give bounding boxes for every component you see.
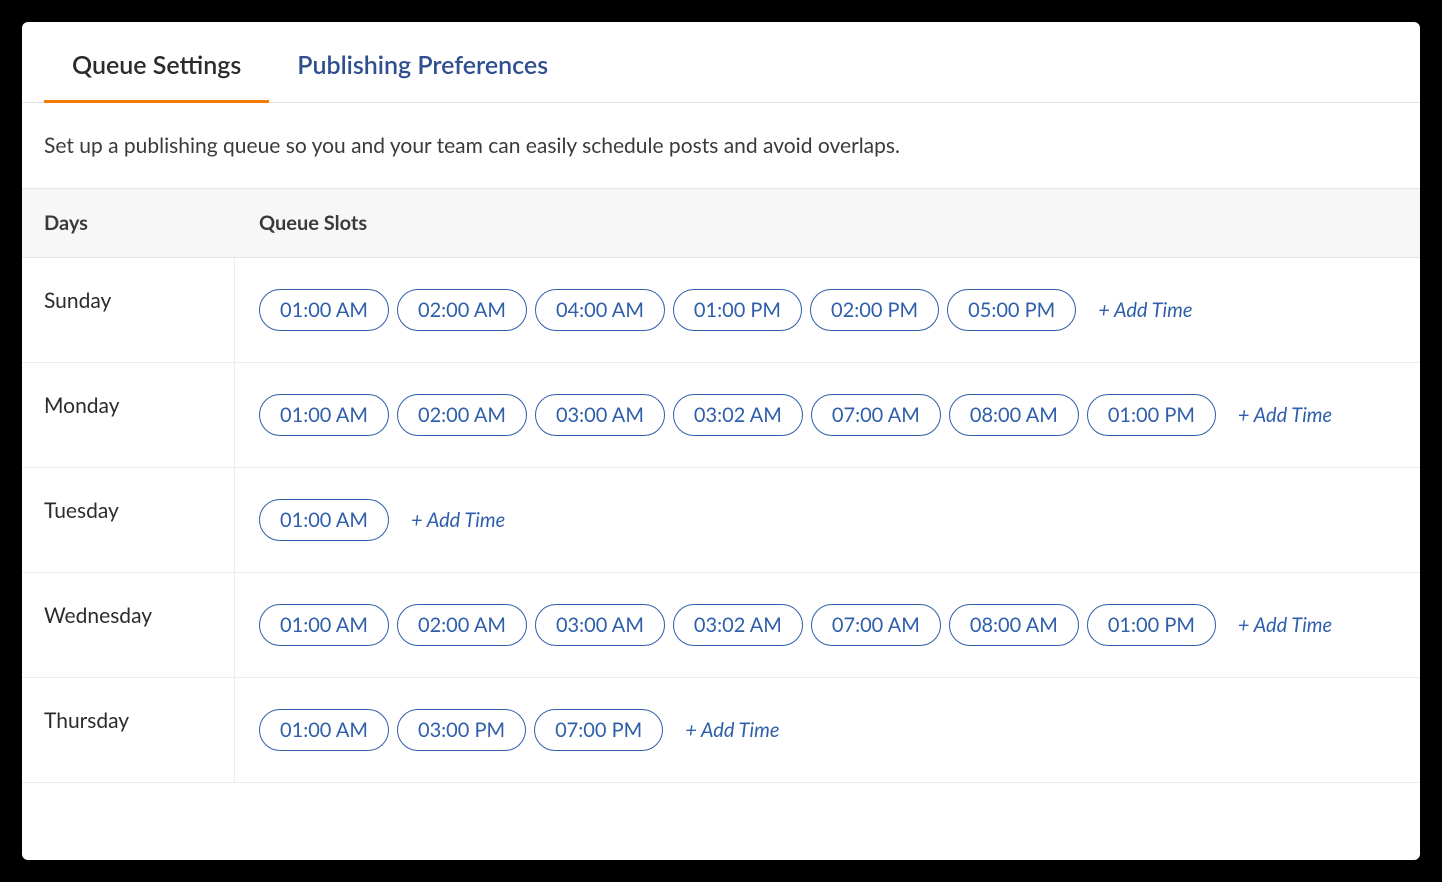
add-time-button[interactable]: + Add Time (397, 508, 505, 532)
time-slot-pill[interactable]: 03:00 PM (397, 709, 526, 751)
page-description: Set up a publishing queue so you and you… (22, 103, 1420, 189)
slot-container: 01:00 AM + Add Time (237, 468, 1420, 572)
time-slot-pill[interactable]: 01:00 AM (259, 289, 389, 331)
time-slot-pill[interactable]: 01:00 AM (259, 709, 389, 751)
time-slot-pill[interactable]: 05:00 PM (947, 289, 1076, 331)
time-slot-pill[interactable]: 03:00 AM (535, 394, 665, 436)
add-time-button[interactable]: + Add Time (1224, 613, 1332, 637)
time-slot-pill[interactable]: 01:00 PM (1087, 394, 1216, 436)
time-slot-pill[interactable]: 01:00 AM (259, 604, 389, 646)
time-slot-pill[interactable]: 02:00 AM (397, 394, 527, 436)
time-slot-pill[interactable]: 01:00 PM (673, 289, 802, 331)
tab-bar: Queue Settings Publishing Preferences (22, 22, 1420, 103)
time-slot-pill[interactable]: 03:00 AM (535, 604, 665, 646)
table-row: Thursday 01:00 AM03:00 PM07:00 PM + Add Ti… (22, 678, 1420, 783)
time-slot-pill[interactable]: 02:00 AM (397, 289, 527, 331)
time-slot-pill[interactable]: 07:00 AM (811, 604, 941, 646)
time-slot-pill[interactable]: 02:00 PM (810, 289, 939, 331)
time-slot-pill[interactable]: 04:00 AM (535, 289, 665, 331)
table-row: Tuesday 01:00 AM + Add Time (22, 468, 1420, 573)
day-label: Wednesday (22, 573, 237, 677)
table-row: Monday01:00 AM02:00 AM03:00 AM03:02 AM07… (22, 363, 1420, 468)
table-header: Days Queue Slots (22, 189, 1420, 258)
time-slot-pill[interactable]: 01:00 PM (1087, 604, 1216, 646)
add-time-button[interactable]: + Add Time (671, 718, 779, 742)
day-rows-container: Sunday01:00 AM02:00 AM04:00 AM01:00 PM02… (22, 258, 1420, 860)
day-label: Sunday (22, 258, 237, 362)
time-slot-pill[interactable]: 01:00 AM (259, 394, 389, 436)
queue-settings-card: Queue Settings Publishing Preferences Se… (22, 22, 1420, 860)
day-label: Tuesday (22, 468, 237, 572)
slot-container: 01:00 AM02:00 AM03:00 AM03:02 AM07:00 AM… (237, 363, 1420, 467)
slot-container: 01:00 AM02:00 AM03:00 AM03:02 AM07:00 AM… (237, 573, 1420, 677)
table-row: Wednesday01:00 AM02:00 AM03:00 AM03:02 A… (22, 573, 1420, 678)
add-time-button[interactable]: + Add Time (1224, 403, 1332, 427)
table-row: Sunday01:00 AM02:00 AM04:00 AM01:00 PM02… (22, 258, 1420, 363)
tab-queue-settings[interactable]: Queue Settings (44, 22, 269, 102)
time-slot-pill[interactable]: 03:02 AM (673, 394, 803, 436)
add-time-button[interactable]: + Add Time (1084, 298, 1192, 322)
time-slot-pill[interactable]: 07:00 AM (811, 394, 941, 436)
slot-container: 01:00 AM03:00 PM07:00 PM + Add Time (237, 678, 1420, 782)
column-header-days: Days (44, 211, 259, 235)
time-slot-pill[interactable]: 08:00 AM (949, 394, 1079, 436)
time-slot-pill[interactable]: 03:02 AM (673, 604, 803, 646)
time-slot-pill[interactable]: 02:00 AM (397, 604, 527, 646)
slot-container: 01:00 AM02:00 AM04:00 AM01:00 PM02:00 PM… (237, 258, 1420, 362)
column-header-slots: Queue Slots (259, 211, 1398, 235)
time-slot-pill[interactable]: 01:00 AM (259, 499, 389, 541)
day-label: Thursday (22, 678, 237, 782)
tab-publishing-preferences[interactable]: Publishing Preferences (269, 22, 576, 102)
day-label: Monday (22, 363, 237, 467)
time-slot-pill[interactable]: 08:00 AM (949, 604, 1079, 646)
time-slot-pill[interactable]: 07:00 PM (534, 709, 663, 751)
